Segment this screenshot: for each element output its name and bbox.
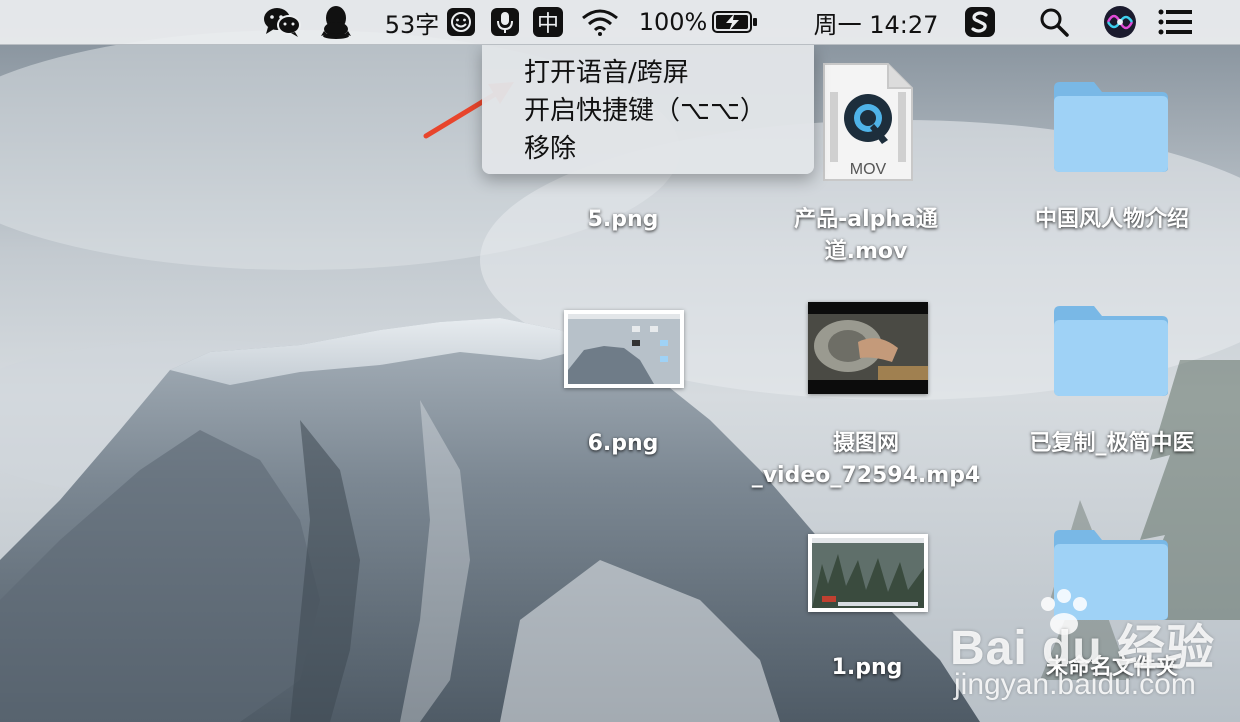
folder-icon[interactable]	[1052, 78, 1170, 174]
video-label-line1: 摄图网	[832, 431, 899, 456]
desktop-item-6-png-thumbnail[interactable]	[564, 310, 684, 388]
desktop-item-1-png-thumbnail[interactable]	[808, 534, 928, 612]
wechat-icon[interactable]	[260, 0, 304, 44]
video-label-line2: _video_72594.mp4	[751, 463, 981, 488]
input-method-dropdown-menu: 打开语音/跨屏 开启快捷键（⌥⌥） 移除	[482, 44, 814, 174]
menu-bar: 53字 中 100% 周一 14:27	[0, 0, 1240, 45]
baidu-jingyan-watermark: Bai du 经验 jingyan.baidu.com	[950, 586, 1240, 722]
desktop-item-mov-label[interactable]: 产品-alpha通 道.mov	[770, 204, 962, 268]
desktop-item-folder-label[interactable]: 中国风人物介绍	[1012, 204, 1212, 236]
watermark-url: jingyan.baidu.com	[954, 668, 1196, 701]
desktop-item-6-png-label[interactable]: 6.png	[562, 428, 684, 460]
screenshot-thumbnail-image	[568, 314, 680, 384]
word-count[interactable]: 53字	[382, 0, 442, 44]
menu-item-open-voice[interactable]: 打开语音/跨屏	[524, 52, 689, 89]
wifi-icon[interactable]	[578, 0, 622, 44]
spotlight-search-icon[interactable]	[1036, 0, 1072, 44]
clock[interactable]: 周一 14:27	[786, 0, 966, 44]
sogou-icon[interactable]	[962, 0, 998, 44]
notification-center-icon[interactable]	[1156, 0, 1196, 44]
quicktime-movie-icon: MOV	[823, 63, 913, 181]
battery-percent[interactable]: 100%	[638, 0, 708, 44]
input-method-indicator[interactable]: 中	[530, 0, 566, 44]
desktop[interactable]: 5.png MOV 产品-alpha通 道.mov 中国风人物介绍 6.png …	[0, 0, 1240, 722]
screenshot-thumbnail-image	[812, 538, 924, 608]
menu-item-enable-shortcut[interactable]: 开启快捷键（⌥⌥）	[524, 90, 766, 127]
menu-item-remove[interactable]: 移除	[524, 128, 576, 165]
desktop-item-video-label[interactable]: 摄图网 _video_72594.mp4	[740, 428, 992, 492]
input-method-label: 中	[533, 7, 563, 37]
video-thumbnail-image	[808, 302, 928, 394]
emoji-icon[interactable]	[444, 0, 478, 44]
folder-icon[interactable]	[1052, 302, 1170, 398]
siri-icon[interactable]	[1100, 0, 1140, 44]
battery-charging-icon[interactable]	[710, 0, 760, 44]
desktop-item-video-thumbnail[interactable]	[808, 302, 928, 394]
desktop-item-1-png-label[interactable]: 1.png	[806, 652, 928, 684]
mov-label-line1: 产品-alpha通	[794, 207, 938, 232]
microphone-icon[interactable]	[488, 0, 522, 44]
desktop-item-folder-label[interactable]: 已复制_极简中医	[1012, 428, 1212, 460]
desktop-item-5-png-label[interactable]: 5.png	[562, 204, 684, 236]
mov-badge: MOV	[850, 161, 887, 178]
qq-icon[interactable]	[318, 0, 354, 44]
desktop-item-mov-file[interactable]: MOV	[822, 62, 914, 182]
mov-label-line2: 道.mov	[824, 239, 908, 264]
